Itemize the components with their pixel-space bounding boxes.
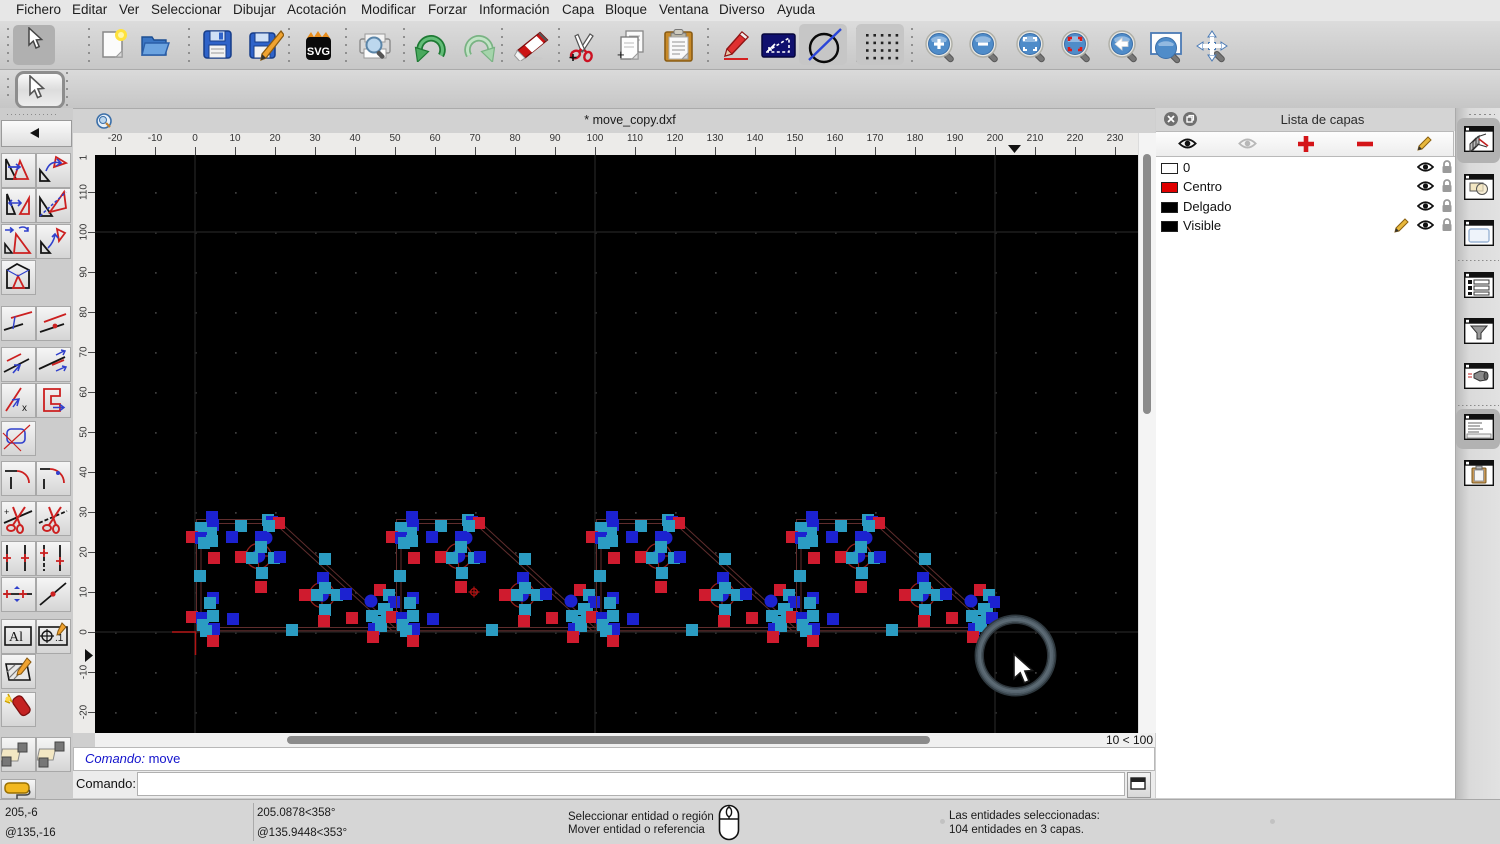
svg-text:+: + [617,47,625,62]
svg-text:SVG: SVG [307,46,330,58]
svg-text:+: + [4,507,9,517]
svg-text:Al: Al [9,630,23,645]
svg-text:x: x [22,403,27,414]
